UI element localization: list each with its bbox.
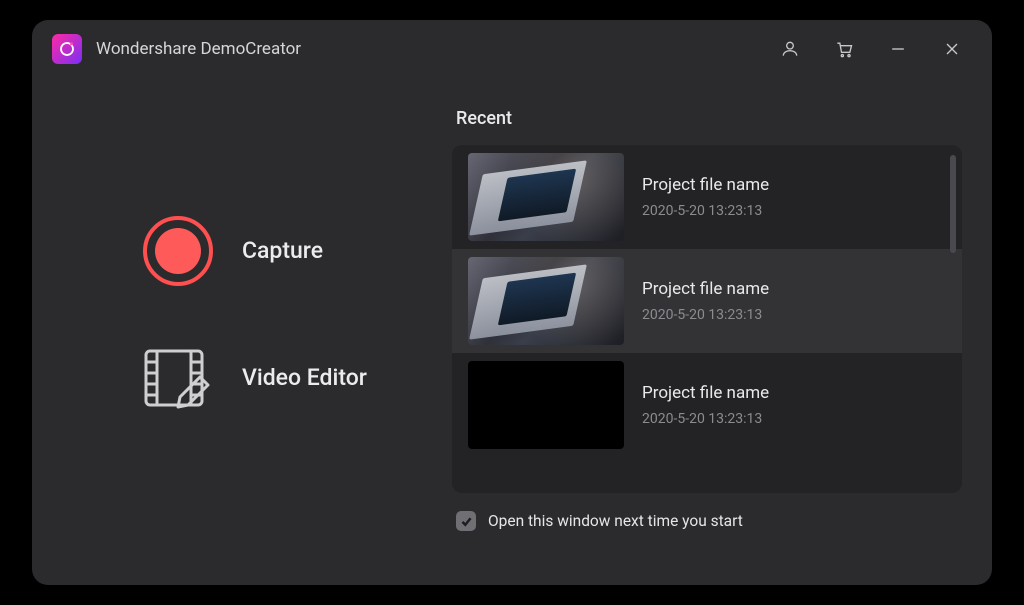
project-date: 2020-5-20 13:23:13	[642, 411, 769, 427]
check-icon	[460, 515, 473, 528]
recent-heading: Recent	[456, 108, 962, 129]
minimize-button[interactable]	[878, 29, 918, 69]
open-next-time-checkbox[interactable]	[456, 511, 476, 531]
film-edit-icon	[142, 347, 214, 409]
recent-projects-list: Project file name 2020-5-20 13:23:13 Pro…	[452, 145, 962, 493]
recent-project-item[interactable]: Project file name 2020-5-20 13:23:13	[452, 145, 962, 249]
sidebar: Capture Video Editor	[32, 78, 452, 585]
editor-label: Video Editor	[242, 364, 367, 391]
open-next-time-label: Open this window next time you start	[488, 512, 743, 530]
video-editor-button[interactable]: Video Editor	[142, 347, 452, 409]
startup-option-row: Open this window next time you start	[452, 511, 962, 531]
titlebar: Wondershare DemoCreator	[32, 20, 992, 78]
project-name: Project file name	[642, 175, 769, 195]
close-button[interactable]	[932, 29, 972, 69]
recent-project-item[interactable]: Project file name 2020-5-20 13:23:13	[452, 249, 962, 353]
record-icon	[142, 215, 214, 287]
scrollbar-thumb[interactable]	[950, 155, 956, 253]
capture-label: Capture	[242, 237, 323, 264]
user-icon	[780, 39, 800, 59]
project-thumbnail	[468, 153, 624, 241]
cart-icon	[834, 39, 854, 59]
account-button[interactable]	[770, 29, 810, 69]
app-window: Wondershare DemoCreator Capture	[32, 20, 992, 585]
app-logo-icon	[52, 34, 82, 64]
minimize-icon	[888, 39, 908, 59]
project-date: 2020-5-20 13:23:13	[642, 203, 769, 219]
main-panel: Recent Project file name 2020-5-20 13:23…	[452, 78, 992, 585]
project-name: Project file name	[642, 383, 769, 403]
project-thumbnail	[468, 361, 624, 449]
cart-button[interactable]	[824, 29, 864, 69]
project-name: Project file name	[642, 279, 769, 299]
app-title: Wondershare DemoCreator	[96, 39, 301, 59]
body: Capture Video Editor Recent	[32, 78, 992, 585]
close-icon	[942, 39, 962, 59]
recent-project-item[interactable]: Project file name 2020-5-20 13:23:13	[452, 353, 962, 457]
capture-button[interactable]: Capture	[142, 215, 452, 287]
project-date: 2020-5-20 13:23:13	[642, 307, 769, 323]
project-thumbnail	[468, 257, 624, 345]
